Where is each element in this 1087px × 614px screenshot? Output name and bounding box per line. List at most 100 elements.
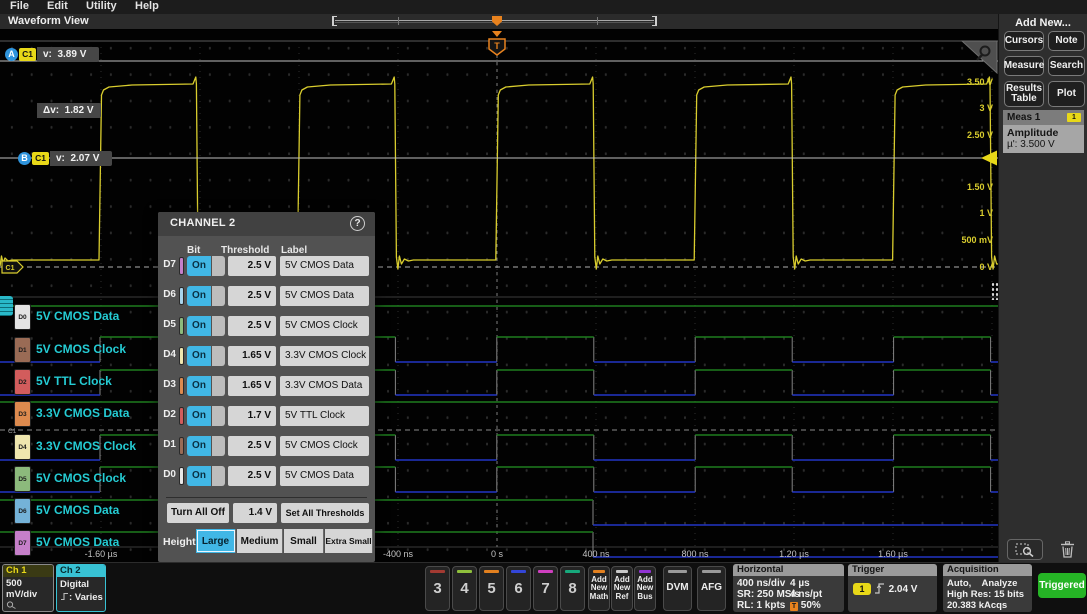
channel1-bandwidth: 100 MHz: [3, 610, 53, 612]
bit-label-field[interactable]: 5V CMOS Data: [280, 466, 369, 486]
meas-mean: µ': 3.500 V: [1007, 139, 1084, 150]
bit-label-field[interactable]: 5V CMOS Clock: [280, 436, 369, 456]
cursor-b-source-badge[interactable]: C1: [32, 152, 49, 165]
bit-label-field[interactable]: 5V CMOS Data: [280, 256, 369, 276]
bit-threshold-field[interactable]: 2.5 V: [228, 316, 276, 336]
bit-on-toggle[interactable]: On: [187, 346, 211, 366]
bit-label-field[interactable]: 3.3V CMOS Clock: [280, 346, 369, 366]
menu-item-help[interactable]: Help: [129, 0, 165, 14]
height-option-medium[interactable]: Medium: [237, 529, 283, 553]
add-new-plot-button[interactable]: Plot: [1048, 81, 1085, 107]
acquisition-panel[interactable]: Acquisition Auto, Analyze High Res: 15 b…: [943, 564, 1032, 612]
add-new-bus-button[interactable]: AddNewBus: [634, 566, 656, 611]
cursor-b-badge[interactable]: B: [18, 152, 31, 165]
sample-interval: 4 ns/pt: [790, 589, 822, 600]
bit-on-toggle[interactable]: On: [187, 436, 211, 456]
channel-4-button[interactable]: 4: [452, 566, 477, 611]
add-new-search-button[interactable]: Search: [1048, 56, 1085, 76]
bit-chip-d3: D3: [14, 401, 31, 427]
bit-chip-d7: D7: [14, 530, 31, 556]
channel1-badge[interactable]: Ch 1 500 mV/div 100 MHz: [2, 564, 54, 612]
add-button-label: AddNewRef: [614, 576, 630, 602]
bit-threshold-field[interactable]: 1.65 V: [228, 346, 276, 366]
horizontal-panel[interactable]: Horizontal 400 ns/div 4 µs SR: 250 MS/s …: [733, 564, 844, 612]
bit-threshold-field[interactable]: 2.5 V: [228, 466, 276, 486]
add-new-measure-button[interactable]: Measure: [1004, 56, 1044, 76]
channel-5-button[interactable]: 5: [479, 566, 504, 611]
svg-text:3 V: 3 V: [979, 103, 993, 113]
digital-channel-label: 5V CMOS Data: [36, 503, 119, 517]
bit-threshold-field[interactable]: 2.5 V: [228, 256, 276, 276]
add-new-cursors-button[interactable]: Cursors: [1004, 31, 1044, 51]
bit-toggle-knob[interactable]: [212, 436, 225, 456]
bit-label-field[interactable]: 3.3V CMOS Data: [280, 376, 369, 396]
minimap-right-bracket[interactable]: [652, 16, 657, 26]
dialog-row-d6: D6On2.5 V5V CMOS Data: [158, 285, 375, 307]
add-button-label: AddNewBus: [637, 576, 653, 602]
dvm-label: DVM: [666, 584, 688, 593]
add-new-note-button[interactable]: Note: [1048, 31, 1085, 51]
zoom-select-button[interactable]: [1007, 539, 1043, 560]
channel2-badge[interactable]: Ch 2 Digital : Varies: [56, 564, 106, 612]
menu-item-utility[interactable]: Utility: [80, 0, 123, 14]
menu-item-file[interactable]: File: [4, 0, 35, 14]
height-option-small[interactable]: Small: [284, 529, 324, 553]
bit-label-field[interactable]: 5V TTL Clock: [280, 406, 369, 426]
bit-on-toggle[interactable]: On: [187, 256, 211, 276]
bit-toggle-knob[interactable]: [212, 286, 225, 306]
afg-button[interactable]: AFG: [697, 566, 726, 611]
bit-toggle-knob[interactable]: [212, 346, 225, 366]
cursor-a-badge[interactable]: A: [5, 48, 18, 61]
bit-on-toggle[interactable]: On: [187, 316, 211, 336]
bit-threshold-field[interactable]: 2.5 V: [228, 436, 276, 456]
menu-item-edit[interactable]: Edit: [41, 0, 74, 14]
bit-toggle-knob[interactable]: [212, 256, 225, 276]
channel-8-button[interactable]: 8: [560, 566, 585, 611]
bit-toggle-knob[interactable]: [212, 406, 225, 426]
bit-label-field[interactable]: 5V CMOS Clock: [280, 316, 369, 336]
acquisition-mode: Auto, Analyze: [947, 578, 1017, 589]
channel-stripe: [511, 570, 526, 573]
bit-threshold-field[interactable]: 1.7 V: [228, 406, 276, 426]
meas-type: Amplitude: [1007, 127, 1084, 139]
add-new-ref-button[interactable]: AddNewRef: [611, 566, 633, 611]
turn-all-off-button[interactable]: Turn All Off: [167, 503, 229, 523]
channel-6-button[interactable]: 6: [506, 566, 531, 611]
channel-7-button[interactable]: 7: [533, 566, 558, 611]
height-option-large[interactable]: Large: [196, 529, 236, 553]
trigger-panel[interactable]: Trigger 1 2.04 V: [848, 564, 937, 612]
height-option-extra-small[interactable]: Extra Small: [325, 529, 373, 553]
horizontal-pan-zoom-minimap[interactable]: [332, 16, 657, 26]
help-icon[interactable]: ?: [350, 216, 365, 231]
svg-text:800 ns: 800 ns: [681, 549, 709, 559]
digital-group-handle[interactable]: [0, 296, 13, 316]
set-all-thresholds-button[interactable]: Set All Thresholds: [281, 503, 369, 523]
all-threshold-field[interactable]: 1.4 V: [233, 503, 277, 523]
bit-threshold-field[interactable]: 2.5 V: [228, 286, 276, 306]
cursor-a-source-badge[interactable]: C1: [19, 48, 36, 61]
waveform-view-tab-bar: Waveform View: [0, 14, 998, 30]
trash-button[interactable]: [1055, 539, 1079, 560]
dialog-header[interactable]: CHANNEL 2 ?: [158, 212, 375, 236]
cursor-b-readout[interactable]: v: 2.07 V: [50, 151, 112, 166]
bit-threshold-field[interactable]: 1.65 V: [228, 376, 276, 396]
panel-resize-handle[interactable]: [991, 282, 998, 300]
minimap-left-bracket[interactable]: [332, 16, 337, 26]
dvm-button[interactable]: DVM: [663, 566, 692, 611]
bit-on-toggle[interactable]: On: [187, 286, 211, 306]
measurement-badge[interactable]: Meas 1 1 Amplitude µ': 3.500 V: [1003, 110, 1084, 153]
bit-toggle-knob[interactable]: [212, 316, 225, 336]
cursor-a-readout[interactable]: v: 3.89 V: [37, 47, 99, 62]
bit-toggle-knob[interactable]: [212, 376, 225, 396]
bit-on-toggle[interactable]: On: [187, 466, 211, 486]
add-new-results-table-button[interactable]: Results Table: [1004, 81, 1044, 107]
add-new-math-button[interactable]: AddNewMath: [588, 566, 610, 611]
channel-3-button[interactable]: 3: [425, 566, 450, 611]
waveform-plot[interactable]: 4 V3.50 V3 V2.50 V1.50 V1 V500 mV0 V-1.6…: [0, 30, 998, 562]
minimap-trigger-marker[interactable]: [492, 16, 502, 26]
bit-on-toggle[interactable]: On: [187, 406, 211, 426]
bit-on-toggle[interactable]: On: [187, 376, 211, 396]
bit-toggle-knob[interactable]: [212, 466, 225, 486]
bit-label-field[interactable]: 5V CMOS Data: [280, 286, 369, 306]
waveform-view-tab[interactable]: Waveform View: [8, 15, 89, 27]
